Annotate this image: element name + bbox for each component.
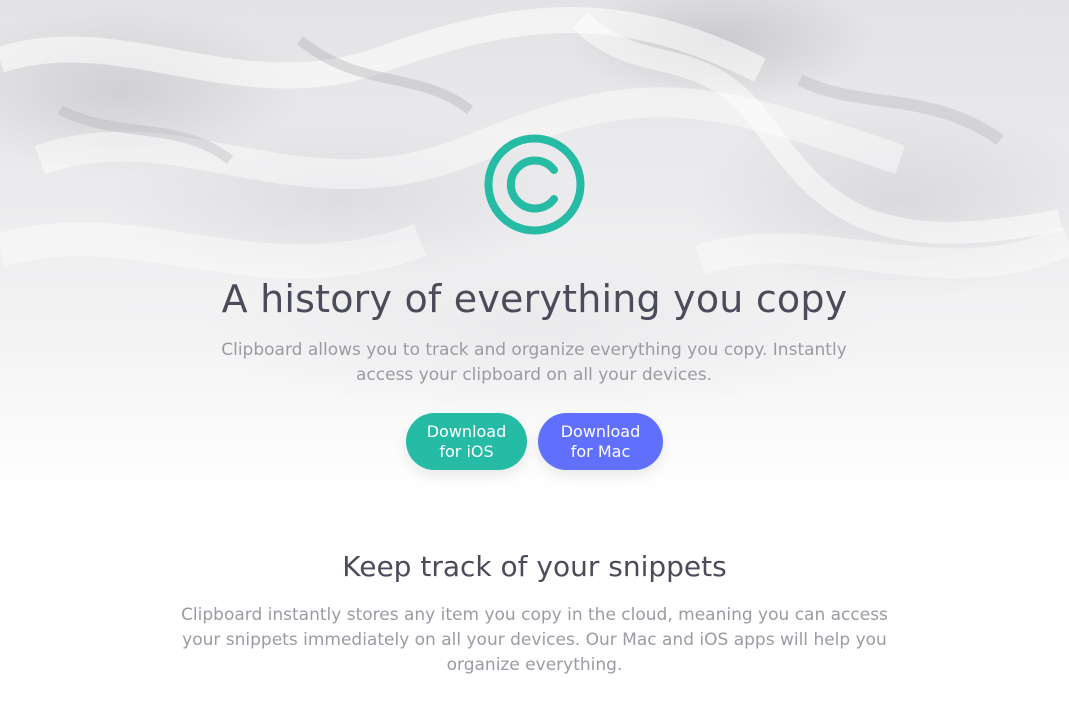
snippets-section-title: Keep track of your snippets (342, 550, 727, 583)
download-ios-label-line-2: for iOS (439, 441, 494, 461)
clipboard-c-logo-icon (484, 134, 585, 235)
snippets-body-line-1: Clipboard instantly stores any item you … (181, 605, 888, 625)
hero-subtitle: Clipboard allows you to track and organi… (184, 338, 884, 388)
download-ios-button[interactable]: Download for iOS (406, 413, 527, 470)
hero-subtitle-line-2: access your clipboard on all your device… (356, 365, 712, 385)
snippets-body-line-2: your snippets immediately on all your de… (182, 630, 887, 650)
download-mac-label-line-2: for Mac (570, 441, 631, 461)
landing-page: A history of everything you copy Clipboa… (0, 0, 1069, 713)
hero-subtitle-line-1: Clipboard allows you to track and organi… (221, 340, 847, 360)
download-ios-label-line-1: Download (426, 421, 507, 441)
hero-title: A history of everything you copy (221, 277, 848, 321)
hero-background (0, 0, 1069, 500)
download-mac-button[interactable]: Download for Mac (538, 413, 663, 470)
snippets-section-body: Clipboard instantly stores any item you … (144, 603, 925, 678)
download-mac-label-line-1: Download (560, 421, 641, 441)
brush-texture (0, 7, 1069, 279)
snippets-body-line-3: organize everything. (446, 655, 623, 675)
